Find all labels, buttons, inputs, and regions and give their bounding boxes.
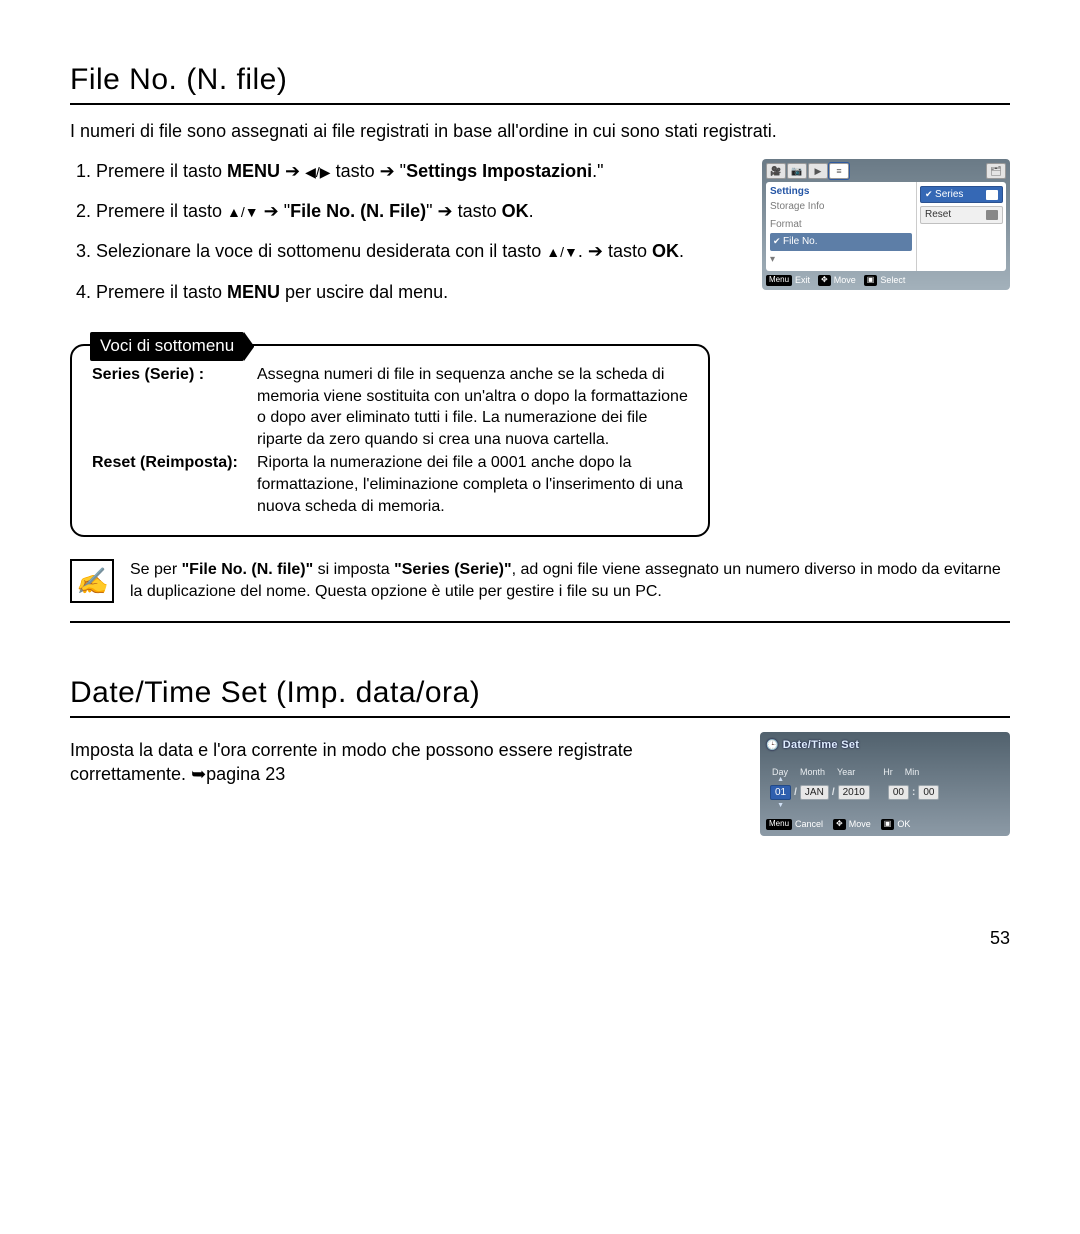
section1-intro: I numeri di file sono assegnati ai file …: [70, 119, 1010, 143]
tab-card-icon: 🗂: [986, 163, 1006, 179]
field-month: JAN: [800, 785, 829, 801]
datetime-screen-title: Date/Time Set: [766, 738, 1004, 753]
menu-down-arrow: ▾: [770, 251, 912, 269]
up-down-icon: ▲/▼: [546, 244, 578, 260]
tab-play-icon: ▶: [808, 163, 828, 179]
select-icon: ▣: [864, 275, 878, 286]
clock-icon: [766, 738, 779, 753]
note-icon: ✍: [70, 559, 114, 603]
screen-bottom-bar: MenuExit ✥Move ▣Select: [766, 274, 1006, 286]
submenu-series-desc: Assegna numeri di file in sequenza anche…: [257, 364, 688, 450]
submenu-reset-title: Reset (Reimposta):: [92, 452, 257, 517]
datetime-fields: 01 / JAN / 2010 00 : 00: [770, 785, 1004, 801]
tab-photo-icon: 📷: [787, 163, 807, 179]
submenu-box: Voci di sottomenu Series (Serie) : Asseg…: [70, 344, 710, 537]
field-min: 00: [918, 785, 939, 801]
section2-title: Date/Time Set (Imp. data/ora): [70, 673, 1010, 718]
submenu-series-title: Series (Serie) :: [92, 364, 257, 450]
series-icon: [986, 190, 998, 200]
up-down-icon: ▲/▼: [227, 204, 259, 220]
section2-intro: Imposta la data e l'ora corrente in modo…: [70, 738, 740, 787]
field-hour: 00: [888, 785, 909, 801]
screen-settings-title: Settings: [770, 185, 912, 199]
fileno-settings-screen: 🎥 📷 ▶ ≡ 🗂 Settings Storage Info Format F…: [762, 159, 1010, 291]
datetime-set-screen: Date/Time Set Day Month Year Hr Min 01 /…: [760, 732, 1010, 837]
tab-settings-icon: ≡: [829, 163, 849, 179]
submenu-label: Voci di sottomenu: [90, 332, 244, 361]
step-4: Premere il tasto MENU per uscire dal men…: [96, 280, 742, 304]
step-3: Selezionare la voce di sottomenu desider…: [96, 239, 742, 263]
left-right-icon: ◀/▶: [305, 164, 330, 180]
section1-title: File No. (N. file): [70, 60, 1010, 105]
note-box: ✍ Se per "File No. (N. file)" si imposta…: [70, 559, 1010, 623]
menu-format: Format: [770, 216, 912, 234]
reset-icon: [986, 210, 998, 220]
step-1: Premere il tasto MENU ➔ ◀/▶ tasto ➔ "Set…: [96, 159, 742, 183]
step-2: Premere il tasto ▲/▼ ➔ "File No. (N. Fil…: [96, 199, 742, 223]
screen-tabs: 🎥 📷 ▶ ≡ 🗂: [766, 163, 1006, 179]
submenu-reset-desc: Riporta la numerazione dei file a 0001 a…: [257, 452, 688, 517]
option-series: Series: [920, 186, 1003, 204]
note-text: Se per "File No. (N. file)" si imposta "…: [130, 559, 1010, 602]
section1-steps: Premere il tasto MENU ➔ ◀/▶ tasto ➔ "Set…: [70, 159, 742, 320]
page-number: 53: [70, 926, 1010, 950]
datetime-headers: Day Month Year Hr Min: [772, 766, 1004, 778]
menu-storage-info: Storage Info: [770, 198, 912, 216]
field-year: 2010: [838, 785, 870, 801]
datetime-bottom-bar: MenuCancel ✥Move ▣OK: [766, 818, 1004, 830]
option-reset: Reset: [920, 206, 1003, 224]
menu-file-no: File No.: [770, 233, 912, 251]
move-icon: ✥: [818, 275, 831, 286]
move-icon: ✥: [833, 819, 846, 830]
ok-icon: ▣: [881, 819, 895, 830]
tab-video-icon: 🎥: [766, 163, 786, 179]
field-day: 01: [770, 785, 791, 801]
